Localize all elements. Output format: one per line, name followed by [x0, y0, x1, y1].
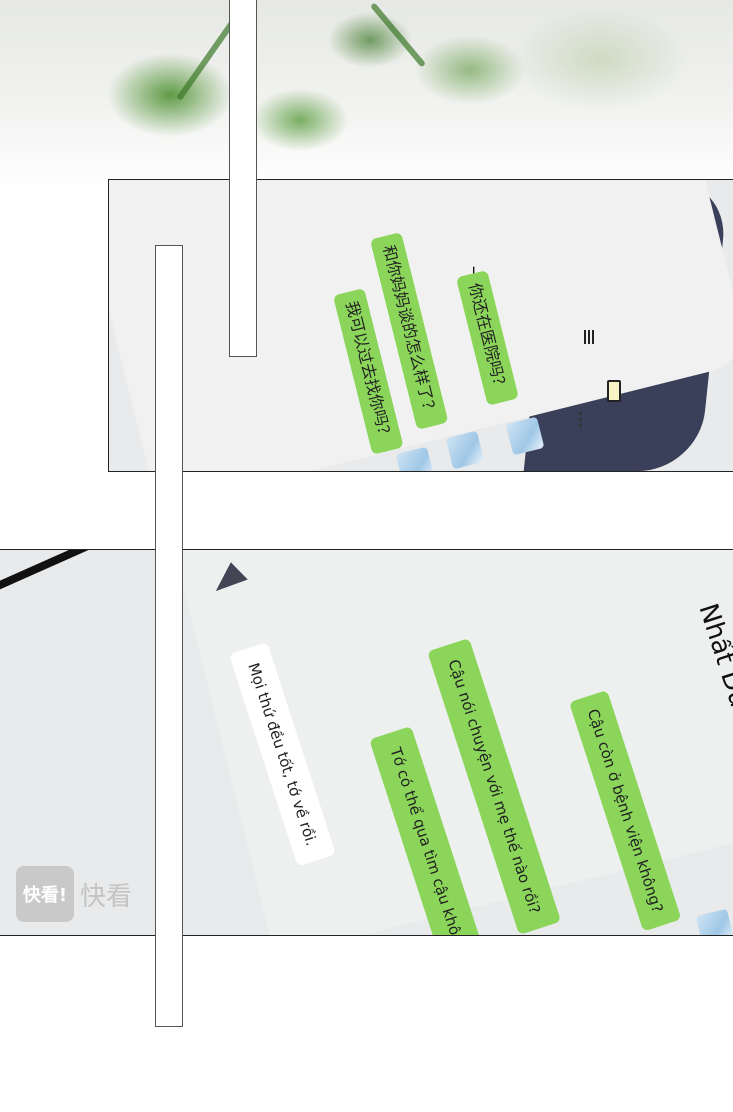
status-dot [579, 412, 582, 415]
phone-edge [0, 550, 165, 598]
avatar [695, 908, 733, 935]
panel-gutter-bar [229, 0, 257, 357]
signal-icon [584, 330, 594, 344]
watermark: 快看! 快看 [16, 866, 132, 922]
avatar [445, 430, 485, 470]
panel-gutter-bar [155, 245, 183, 1027]
status-dot [579, 424, 582, 427]
leaf-stem [369, 2, 427, 68]
status-dot [579, 418, 582, 421]
watermark-text: 快看 [80, 881, 133, 912]
avatar [395, 446, 435, 471]
watermark-logo-icon: 快看! [16, 866, 74, 922]
battery-icon [607, 380, 621, 402]
comic-panel-chinese-chat: 一阳 你还在医院吗？ 和你妈妈谈的怎么样了？ 我可以过去找你吗？ [108, 179, 733, 472]
foliage-background [0, 0, 733, 190]
